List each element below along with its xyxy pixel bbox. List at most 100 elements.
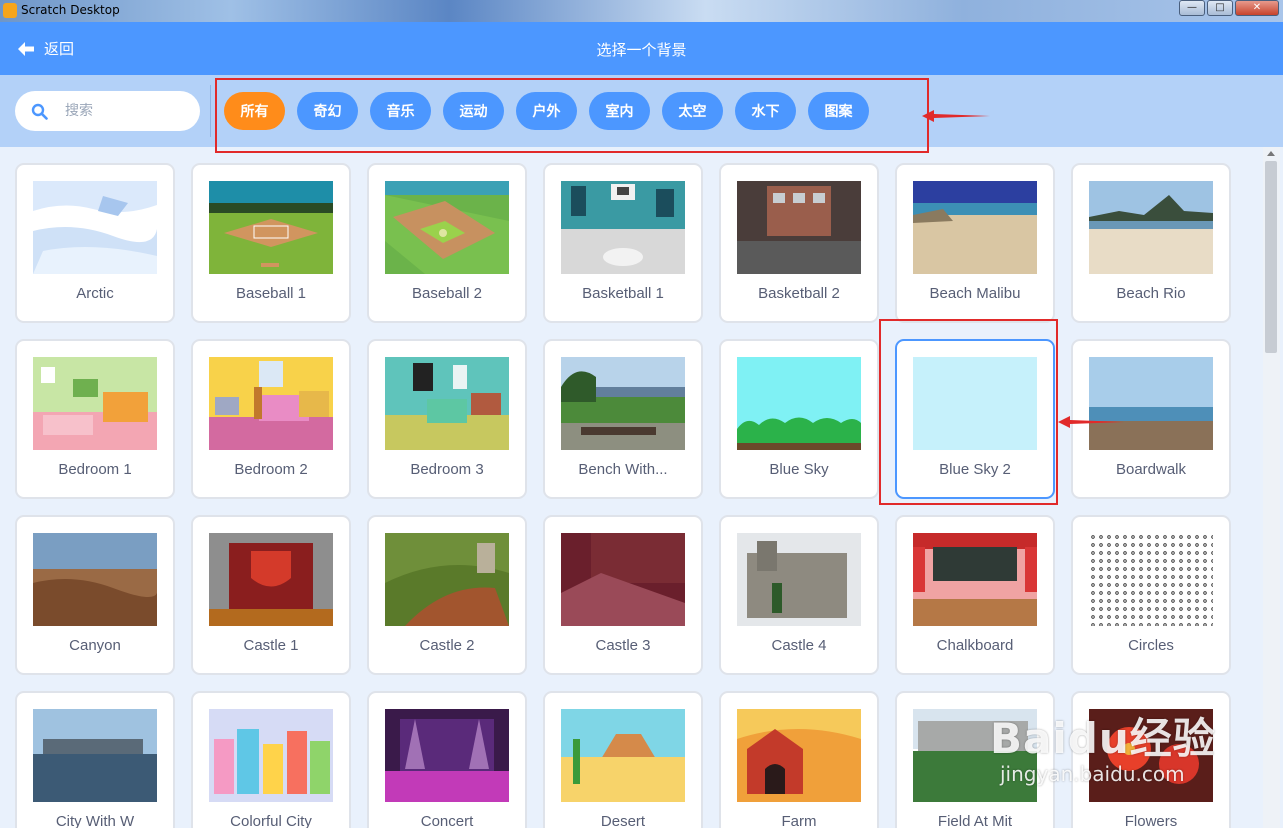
bedroom-2-thumbnail	[209, 357, 333, 450]
bedroom-1-thumbnail	[33, 357, 157, 450]
backdrop-name: Flowers	[1124, 813, 1178, 828]
city-with-water-thumbnail	[33, 709, 157, 802]
backdrop-item-beach-rio[interactable]: Beach Rio	[1071, 163, 1231, 323]
filter-bar: 所有 奇幻 音乐 运动 户外 室内 太空 水下 图案	[0, 75, 1283, 147]
annotation-arrow-icon	[922, 110, 990, 122]
backdrop-item-blue-sky[interactable]: Blue Sky	[719, 339, 879, 499]
backdrop-name: Field At Mit	[937, 813, 1013, 828]
basketball-1-thumbnail	[561, 181, 685, 274]
chalkboard-thumbnail	[913, 533, 1037, 626]
tag-all[interactable]: 所有	[224, 92, 285, 130]
baseball-1-thumbnail	[209, 181, 333, 274]
minimize-button[interactable]: —	[1179, 0, 1205, 16]
backdrop-item-castle-2[interactable]: Castle 2	[367, 515, 527, 675]
backdrop-grid: Arctic Baseball 1 Baseball 2 Basketball …	[15, 163, 1255, 828]
backdrop-name: Chalkboard	[936, 637, 1014, 654]
vertical-scrollbar[interactable]	[1263, 147, 1280, 828]
backdrop-item-bedroom-1[interactable]: Bedroom 1	[15, 339, 175, 499]
tag-indoors[interactable]: 室内	[589, 92, 650, 130]
backdrop-name: Blue Sky 2	[939, 461, 1011, 478]
backdrop-name: Baseball 2	[411, 285, 483, 302]
backdrop-name: Colorful City	[230, 813, 312, 828]
backdrop-item-desert[interactable]: Desert	[543, 691, 703, 828]
scroll-up-icon[interactable]	[1267, 151, 1275, 156]
close-button[interactable]: ✕	[1235, 0, 1279, 16]
tag-outdoors[interactable]: 户外	[516, 92, 577, 130]
backdrop-name: Basketball 1	[582, 285, 664, 302]
backdrop-item-arctic[interactable]: Arctic	[15, 163, 175, 323]
scrollbar-thumb[interactable]	[1265, 161, 1277, 353]
castle-1-thumbnail	[209, 533, 333, 626]
canyon-thumbnail	[33, 533, 157, 626]
backdrop-name: Baseball 1	[235, 285, 307, 302]
tag-sports[interactable]: 运动	[443, 92, 504, 130]
backdrop-name: Desert	[600, 813, 646, 828]
search-icon	[31, 103, 48, 120]
backdrop-item-castle-4[interactable]: Castle 4	[719, 515, 879, 675]
backdrop-name: Bench With...	[578, 461, 668, 478]
farm-thumbnail	[737, 709, 861, 802]
library-header: 返回 选择一个背景	[0, 22, 1283, 75]
tag-space[interactable]: 太空	[662, 92, 723, 130]
tag-list: 所有 奇幻 音乐 运动 户外 室内 太空 水下 图案	[224, 92, 869, 130]
backdrop-item-castle-1[interactable]: Castle 1	[191, 515, 351, 675]
field-at-mit-thumbnail	[913, 709, 1037, 802]
beach-rio-thumbnail	[1089, 181, 1213, 274]
backdrop-item-field-at-mit[interactable]: Field At Mit	[895, 691, 1055, 828]
backdrop-item-beach-malibu[interactable]: Beach Malibu	[895, 163, 1055, 323]
backdrop-item-castle-3[interactable]: Castle 3	[543, 515, 703, 675]
backdrop-item-blue-sky-2[interactable]: Blue Sky 2	[895, 339, 1055, 499]
backdrop-item-flowers[interactable]: Flowers	[1071, 691, 1231, 828]
castle-2-thumbnail	[385, 533, 509, 626]
backdrop-item-colorful-city[interactable]: Colorful City	[191, 691, 351, 828]
castle-4-thumbnail	[737, 533, 861, 626]
bench-with-view-thumbnail	[561, 357, 685, 450]
backdrop-name: Farm	[781, 813, 817, 828]
backdrop-item-bench-with-view[interactable]: Bench With...	[543, 339, 703, 499]
backdrop-item-basketball-2[interactable]: Basketball 2	[719, 163, 879, 323]
window-titlebar: Scratch Desktop — □ ✕	[0, 0, 1283, 22]
colorful-city-thumbnail	[209, 709, 333, 802]
annotation-arrow-icon	[1058, 416, 1124, 428]
boardwalk-thumbnail	[1089, 357, 1213, 450]
backdrop-item-baseball-2[interactable]: Baseball 2	[367, 163, 527, 323]
window-controls: — □ ✕	[1179, 0, 1279, 16]
backdrop-item-bedroom-2[interactable]: Bedroom 2	[191, 339, 351, 499]
tag-music[interactable]: 音乐	[370, 92, 431, 130]
tag-underwater[interactable]: 水下	[735, 92, 796, 130]
page-title: 选择一个背景	[596, 41, 687, 59]
search-box[interactable]	[15, 91, 200, 131]
arctic-thumbnail	[33, 181, 157, 274]
backdrop-name: Bedroom 3	[410, 461, 484, 478]
filter-divider	[210, 85, 211, 137]
backdrop-item-city-with-water[interactable]: City With W	[15, 691, 175, 828]
maximize-button[interactable]: □	[1207, 0, 1233, 16]
search-input[interactable]	[65, 100, 185, 122]
backdrop-name: Bedroom 2	[234, 461, 308, 478]
backdrop-name: Bedroom 1	[58, 461, 132, 478]
scratch-app-icon	[3, 3, 17, 18]
backdrop-item-baseball-1[interactable]: Baseball 1	[191, 163, 351, 323]
backdrop-name: Beach Malibu	[929, 285, 1021, 302]
backdrop-item-bedroom-3[interactable]: Bedroom 3	[367, 339, 527, 499]
bedroom-3-thumbnail	[385, 357, 509, 450]
backdrop-item-basketball-1[interactable]: Basketball 1	[543, 163, 703, 323]
basketball-2-thumbnail	[737, 181, 861, 274]
backdrop-item-farm[interactable]: Farm	[719, 691, 879, 828]
backdrop-item-circles[interactable]: Circles	[1071, 515, 1231, 675]
backdrop-name: Castle 4	[771, 637, 827, 654]
backdrop-name: Boardwalk	[1115, 461, 1187, 478]
beach-malibu-thumbnail	[913, 181, 1037, 274]
backdrop-name: Beach Rio	[1116, 285, 1186, 302]
desert-thumbnail	[561, 709, 685, 802]
backdrop-item-canyon[interactable]: Canyon	[15, 515, 175, 675]
backdrop-name: Castle 2	[419, 637, 475, 654]
backdrop-name: Circles	[1128, 637, 1174, 654]
blue-sky-thumbnail	[737, 357, 861, 450]
tag-patterns[interactable]: 图案	[808, 92, 869, 130]
backdrop-item-chalkboard[interactable]: Chalkboard	[895, 515, 1055, 675]
backdrop-item-concert[interactable]: Concert	[367, 691, 527, 828]
castle-3-thumbnail	[561, 533, 685, 626]
tag-fantasy[interactable]: 奇幻	[297, 92, 358, 130]
backdrop-name: Arctic	[76, 285, 114, 302]
